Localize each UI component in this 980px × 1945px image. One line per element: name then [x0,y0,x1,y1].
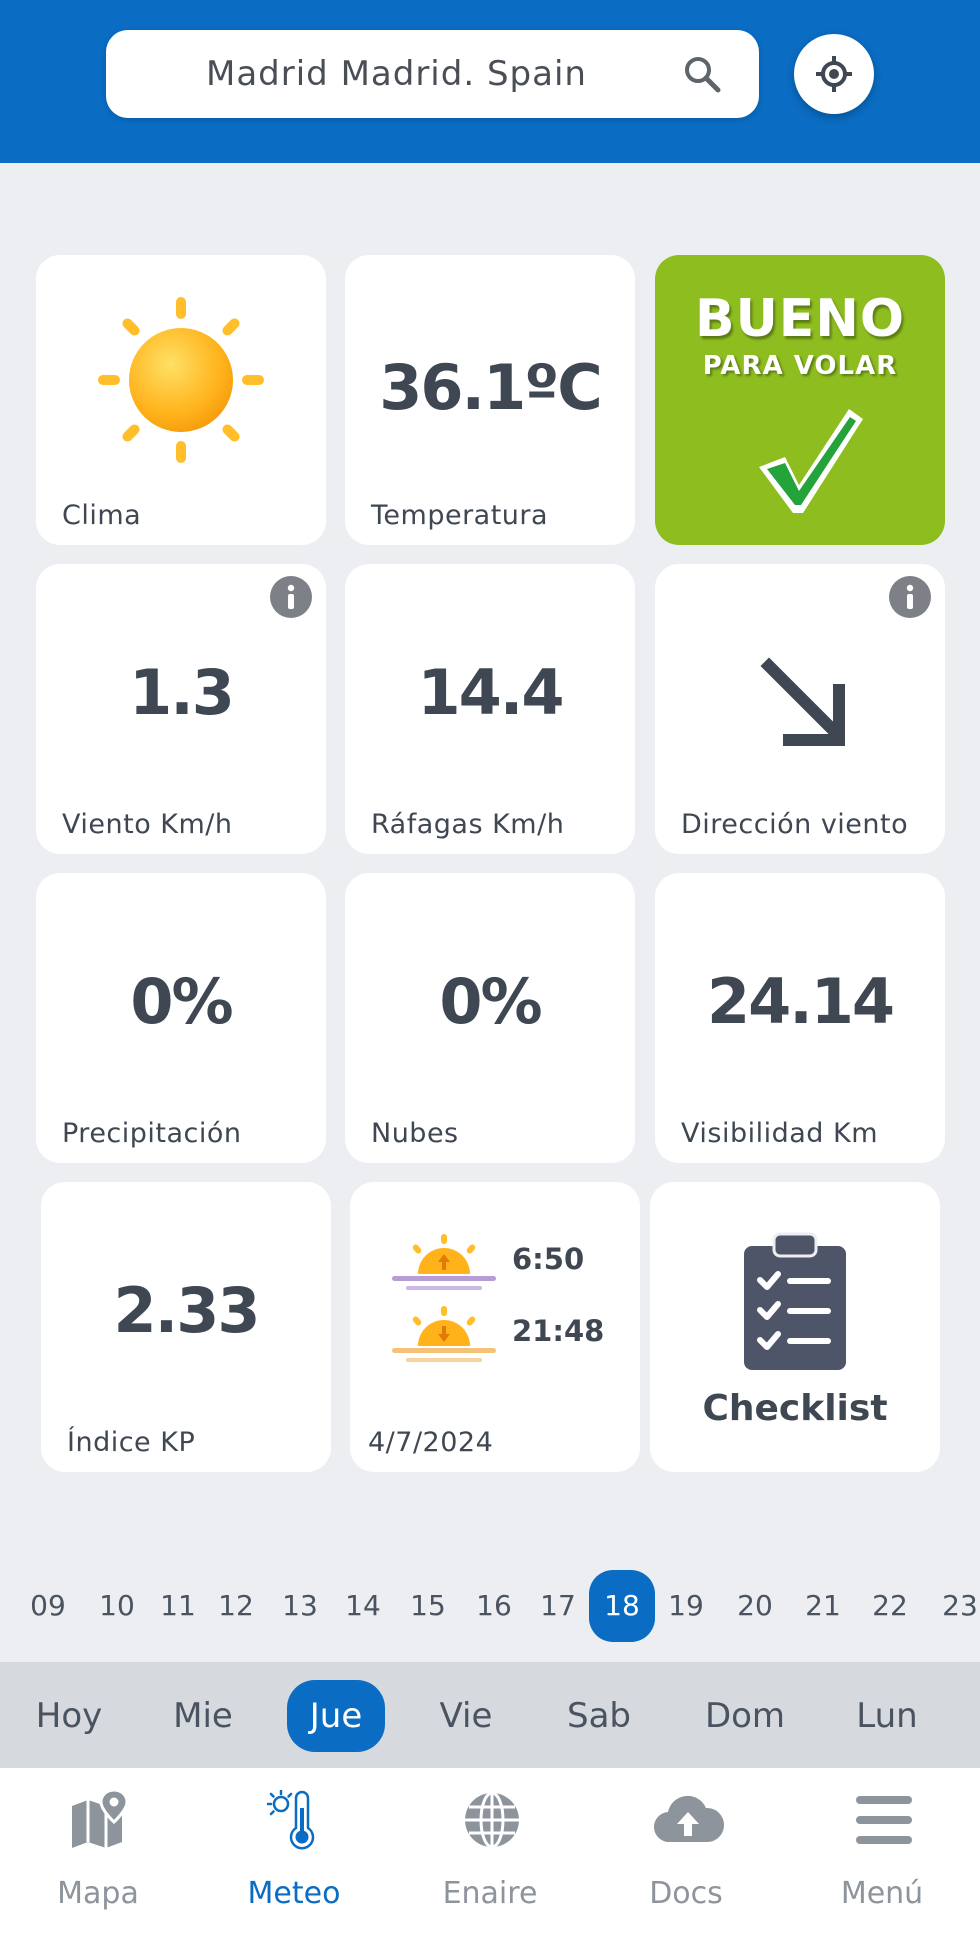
sunrise-icon [392,1234,496,1290]
wind-speed-value: 1.3 [129,656,235,729]
wind-direction-label: Dirección viento [681,809,909,840]
hour-item[interactable]: 09 [23,1570,73,1642]
precipitation-tile[interactable]: 0% Precipitación [36,873,326,1163]
nav-meteo-label: Meteo [247,1876,341,1911]
sun-times-tile[interactable]: 6:50 21:48 4/7/2024 [350,1182,640,1472]
crosshair-icon [816,56,852,92]
precipitation-value: 0% [130,965,233,1038]
arrow-down-right-icon [760,657,845,746]
nav-meteo[interactable]: Meteo [196,1768,392,1945]
nav-mapa[interactable]: Mapa [0,1768,196,1945]
day-selector: Hoy Mie Jue Vie Sab Dom Lun [0,1662,980,1768]
temperature-tile[interactable]: 36.1ºC Temperatura [345,255,635,545]
locate-button[interactable] [794,34,874,114]
gusts-value: 14.4 [417,656,565,729]
day-item[interactable]: Mie [148,1680,258,1752]
hour-item[interactable]: 21 [798,1570,848,1642]
hour-item[interactable]: 11 [153,1570,203,1642]
clipboard-icon [744,1232,846,1370]
visibility-label: Visibilidad Km [681,1118,879,1149]
hour-item[interactable]: 10 [92,1570,142,1642]
clima-label: Clima [62,500,142,531]
hamburger-icon [856,1796,912,1844]
nav-enaire-label: Enaire [442,1876,538,1911]
sunrise-row: 6:50 [392,1232,592,1292]
kp-index-value: 2.33 [113,1274,261,1347]
hour-item[interactable]: 22 [865,1570,915,1642]
sunset-time: 21:48 [512,1314,605,1348]
bottom-navigation: Mapa Meteo Enaire Docs Menú [0,1768,980,1945]
checklist-label: Checklist [702,1388,888,1429]
nav-enaire[interactable]: Enaire [392,1768,588,1945]
nav-docs[interactable]: Docs [588,1768,784,1945]
nav-menu-label: Menú [840,1876,924,1911]
hour-item[interactable]: 12 [211,1570,261,1642]
kp-index-tile[interactable]: 2.33 Índice KP [41,1182,331,1472]
day-item[interactable]: Hoy [14,1680,124,1752]
hour-item[interactable]: 17 [533,1570,583,1642]
location-search-field[interactable]: Madrid Madrid. Spain [106,30,759,118]
weather-screen: Madrid Madrid. Spain Clima 36.1ºC Temper… [0,0,980,1945]
kp-index-label: Índice KP [67,1427,196,1458]
nav-menu[interactable]: Menú [784,1768,980,1945]
temperature-value: 36.1ºC [379,351,602,424]
status-subtitle: PARA VOLAR [702,351,898,381]
checkmark-icon [759,409,863,513]
gusts-tile[interactable]: 14.4 Ráfagas Km/h [345,564,635,854]
checklist-tile[interactable]: Checklist [650,1182,940,1472]
day-item[interactable]: Vie [411,1680,521,1752]
wind-speed-label: Viento Km/h [62,809,233,840]
cloud-upload-icon [653,1795,724,1843]
hour-item[interactable]: 15 [403,1570,453,1642]
sunrise-time: 6:50 [512,1242,585,1276]
hour-item-selected[interactable]: 18 [589,1570,655,1642]
globe-icon [465,1791,519,1849]
sunset-row: 21:48 [392,1304,604,1364]
nav-mapa-label: Mapa [57,1876,139,1911]
nav-docs-label: Docs [649,1876,723,1911]
gusts-label: Ráfagas Km/h [371,809,565,840]
day-item[interactable]: Lun [832,1680,942,1752]
day-item[interactable]: Dom [690,1680,800,1752]
wind-speed-tile[interactable]: 1.3 Viento Km/h [36,564,326,854]
sun-date-label: 4/7/2024 [368,1427,494,1458]
clouds-value: 0% [439,965,542,1038]
hour-item[interactable]: 14 [338,1570,388,1642]
wind-direction-tile[interactable]: Dirección viento [655,564,945,854]
hour-item[interactable]: 19 [661,1570,711,1642]
hour-item[interactable]: 13 [275,1570,325,1642]
flight-status-tile[interactable]: BUENO PARA VOLAR [655,255,945,545]
top-bar: Madrid Madrid. Spain [0,0,980,163]
precipitation-label: Precipitación [62,1118,242,1149]
clouds-tile[interactable]: 0% Nubes [345,873,635,1163]
status-title: BUENO [694,289,906,349]
map-pin-icon [72,1790,129,1848]
day-item-selected[interactable]: Jue [287,1680,385,1752]
search-icon[interactable] [682,54,722,94]
thermometer-sun-icon [266,1790,315,1850]
clouds-label: Nubes [371,1118,459,1149]
sun-icon [98,297,264,463]
sunset-icon [392,1306,496,1362]
hour-item[interactable]: 20 [730,1570,780,1642]
info-icon[interactable] [270,576,312,618]
hour-selector: 09 10 11 12 13 14 15 16 17 18 19 20 21 2… [0,1570,980,1652]
visibility-value: 24.14 [706,965,895,1038]
clima-tile[interactable]: Clima [36,255,326,545]
hour-item[interactable]: 23 [935,1570,980,1642]
search-location-text: Madrid Madrid. Spain [206,54,587,94]
info-icon[interactable] [889,576,931,618]
hour-item[interactable]: 16 [469,1570,519,1642]
visibility-tile[interactable]: 24.14 Visibilidad Km [655,873,945,1163]
temperature-label: Temperatura [371,500,549,531]
day-item[interactable]: Sab [544,1680,654,1752]
